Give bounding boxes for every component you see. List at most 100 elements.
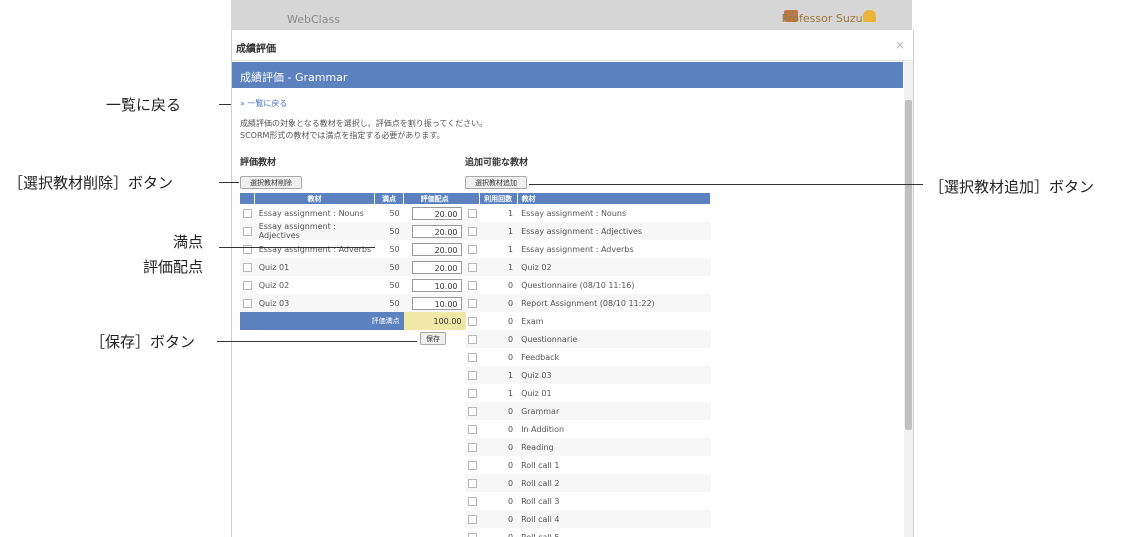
usage-count: 0: [507, 532, 514, 537]
row-checkbox[interactable]: [467, 244, 477, 254]
usage-count: 0: [479, 294, 518, 312]
row-checkbox-cell: [240, 222, 255, 240]
save-button[interactable]: 保存: [420, 332, 446, 345]
row-checkbox[interactable]: [242, 226, 252, 236]
scrollbar-thumb[interactable]: [905, 100, 912, 430]
row-checkbox-cell: [240, 204, 255, 222]
row-checkbox[interactable]: [467, 532, 477, 537]
annotation-add: ［選択教材追加］ボタン: [929, 178, 1095, 196]
close-icon[interactable]: ×: [895, 38, 905, 52]
user-name[interactable]: Professor Suzuki: [782, 12, 872, 25]
usage-count: 0: [479, 330, 518, 348]
row-checkbox-cell: [240, 240, 255, 258]
row-checkbox[interactable]: [467, 514, 477, 524]
row-checkbox[interactable]: [467, 370, 477, 380]
score-input[interactable]: 20.00: [411, 224, 462, 238]
full-score: 50: [374, 258, 404, 276]
row-checkbox-cell: [465, 510, 480, 528]
score-input[interactable]: 20.00: [411, 206, 462, 220]
material-name: Quiz 03: [517, 366, 711, 384]
delete-selected-button[interactable]: 選択教材削除: [240, 176, 302, 189]
modal-title: 成績評価: [236, 44, 276, 55]
usage-count: 0: [507, 496, 514, 506]
full-score: 50: [389, 208, 400, 218]
row-checkbox[interactable]: [467, 352, 477, 362]
col-material: 教材: [517, 193, 712, 204]
material-name: Essay assignment : Nouns: [258, 208, 364, 218]
score-input[interactable]: 20.00: [411, 242, 462, 256]
table-row: Quiz 03 50 10.00: [240, 294, 466, 312]
score-cell: 20.00: [404, 240, 466, 258]
row-checkbox[interactable]: [467, 280, 477, 290]
row-checkbox[interactable]: [242, 298, 252, 308]
row-checkbox-cell: [240, 294, 255, 312]
row-checkbox[interactable]: [467, 334, 477, 344]
brand-label[interactable]: WebClass: [287, 13, 340, 26]
row-checkbox[interactable]: [467, 406, 477, 416]
table-row: 0 Roll call 1: [465, 456, 711, 474]
table-row: 1 Essay assignment : Nouns: [465, 204, 711, 222]
row-checkbox[interactable]: [467, 388, 477, 398]
usage-count: 0: [479, 402, 518, 420]
annotation-score: 評価配点: [143, 258, 204, 276]
row-checkbox-cell: [240, 258, 255, 276]
usage-count: 0: [507, 424, 514, 434]
table-row: 1 Quiz 03: [465, 366, 711, 384]
material-name: Roll call 3: [521, 496, 560, 506]
annotation-delete: ［選択教材削除］ボタン: [8, 174, 174, 192]
material-name: Feedback: [521, 352, 560, 362]
page-title: 成績評価 - Grammar: [240, 71, 348, 84]
score-cell: 20.00: [403, 222, 466, 240]
evaluated-materials-heading: 評価教材: [240, 158, 277, 168]
row-checkbox[interactable]: [467, 298, 477, 308]
material-name: Questionnarie: [517, 330, 711, 348]
full-score: 50: [374, 222, 404, 240]
col-select: [240, 193, 256, 204]
row-checkbox[interactable]: [242, 280, 252, 290]
table-row: Quiz 02 50 10.00: [240, 276, 466, 294]
table-header-row: 利用回数 教材: [465, 193, 712, 204]
row-checkbox[interactable]: [467, 460, 477, 470]
material-name: Reading: [517, 438, 711, 456]
table-row: 0 Questionnaire (08/10 11:16): [465, 276, 711, 294]
description-line-2: SCORM形式の教材では満点を指定する必要があります。: [240, 131, 445, 140]
row-checkbox[interactable]: [467, 316, 477, 326]
table-row: Essay assignment : Adjectives 50 20.00: [240, 222, 466, 240]
row-checkbox[interactable]: [467, 208, 477, 218]
row-checkbox[interactable]: [467, 262, 477, 272]
row-checkbox[interactable]: [467, 478, 477, 488]
usage-count: 0: [479, 510, 518, 528]
score-input[interactable]: 10.00: [411, 296, 462, 310]
score-input[interactable]: 10.00: [411, 278, 462, 292]
material-name: Essay assignment : Adverbs: [521, 244, 634, 254]
row-checkbox[interactable]: [467, 226, 477, 236]
back-to-list-link[interactable]: » 一覧に戻る: [240, 98, 287, 109]
row-checkbox-cell: [465, 438, 480, 456]
score-cell: 20.00: [404, 204, 466, 222]
add-selected-button[interactable]: 選択教材追加: [465, 176, 527, 189]
material-name: Essay assignment : Nouns: [521, 208, 627, 218]
total-label: 評価満点: [240, 312, 404, 330]
row-checkbox-cell: [465, 330, 480, 348]
row-checkbox-cell: [465, 384, 479, 402]
score-input[interactable]: 20.00: [411, 260, 462, 274]
row-checkbox[interactable]: [467, 442, 477, 452]
usage-count: 0: [479, 438, 518, 456]
row-checkbox[interactable]: [467, 424, 477, 434]
row-checkbox[interactable]: [242, 208, 252, 218]
table-header-row: 教材 満点 評価配点: [240, 193, 466, 204]
row-checkbox[interactable]: [242, 262, 252, 272]
row-checkbox-cell: [465, 456, 479, 474]
table-row: Essay assignment : Nouns 50 20.00: [240, 204, 466, 222]
scrollbar[interactable]: [904, 62, 913, 537]
row-checkbox[interactable]: [467, 496, 477, 506]
usage-count: 1: [479, 258, 518, 276]
table-row: 0 Roll call 2: [465, 474, 711, 492]
available-materials-table: 利用回数 教材 1 Essay assignment : Nouns 1 Essay …: [465, 193, 712, 537]
material-name: In Addition: [521, 424, 565, 434]
table-row: Quiz 01 50 20.00: [240, 258, 466, 276]
page-header: 成績評価 - Grammar: [232, 62, 903, 88]
row-checkbox[interactable]: [242, 244, 252, 254]
material-name: Quiz 01: [521, 388, 552, 398]
material-name: Roll call 2: [517, 474, 711, 492]
